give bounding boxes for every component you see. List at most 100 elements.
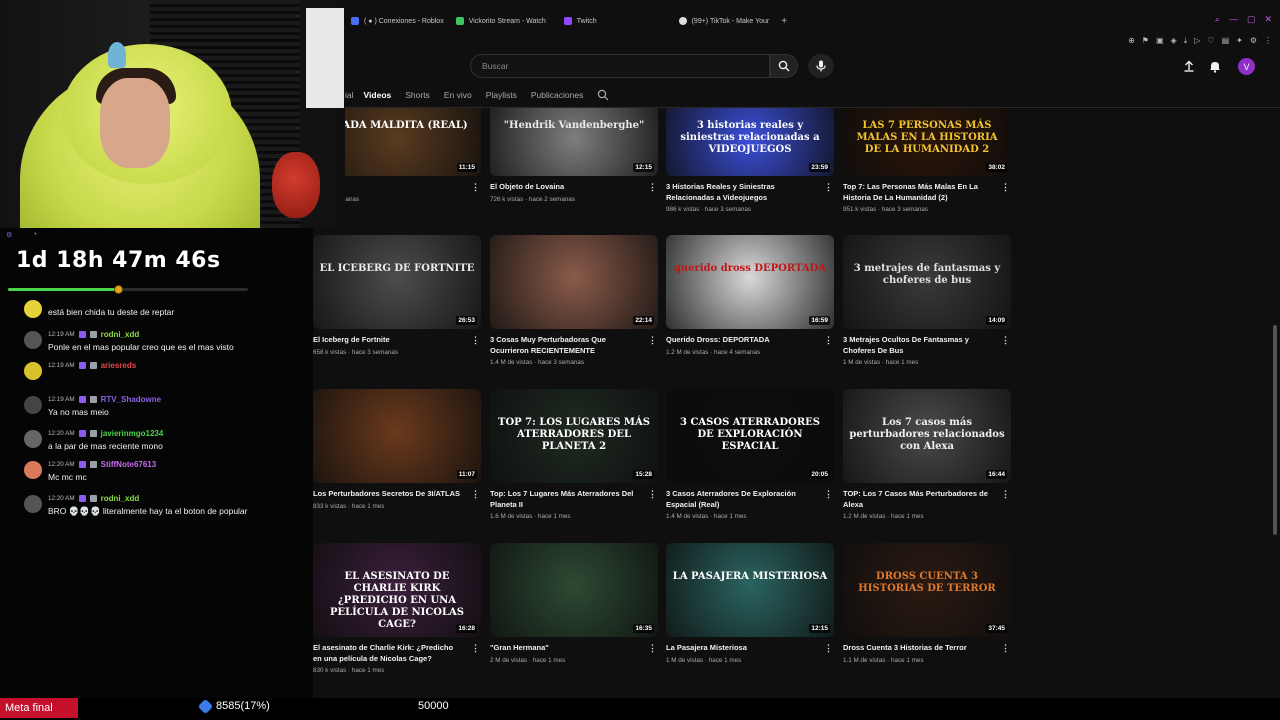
video-card[interactable]: 16:35 "Gran Hermana" 2 M de vistas · hace … [490, 543, 658, 664]
more-actions-icon[interactable]: ⋮ [1001, 182, 1010, 193]
chat-username[interactable]: javierinmgo1234 [101, 429, 164, 438]
video-card[interactable]: EL ICEBERG DE FORTNITE 26:53 El Iceberg de… [313, 235, 481, 356]
video-card[interactable]: 3 metrajes de fantasmas y choferes de bu… [843, 235, 1011, 366]
more-actions-icon[interactable]: ⋮ [824, 643, 833, 654]
more-actions-icon[interactable]: ⋮ [824, 489, 833, 500]
tab-videos[interactable]: Videos [364, 90, 392, 100]
create-button[interactable] [1180, 57, 1198, 75]
video-title[interactable]: "Gran Hermana" [490, 643, 640, 654]
video-title[interactable]: Dross Cuenta 3 Historias de Terror [843, 643, 993, 654]
more-actions-icon[interactable]: ⋮ [648, 643, 657, 654]
browser-tab[interactable]: Twitch [558, 12, 603, 30]
more-actions-icon[interactable]: ⋮ [471, 182, 480, 193]
close-icon[interactable]: ✕ [1264, 14, 1272, 25]
browser-tab[interactable]: (99+) TikTok - Make Your [673, 12, 776, 30]
account-avatar[interactable]: V [1238, 58, 1255, 75]
video-thumbnail[interactable]: "Hendrik Vandenberghe" 12:15 [490, 108, 658, 176]
tab-playlists[interactable]: Playlists [486, 90, 517, 100]
video-thumbnail[interactable]: EL ASESINATO DE CHARLIE KIRK ¿PREDICHO E… [313, 543, 481, 637]
chat-username[interactable]: ariesreds [101, 361, 137, 370]
video-card[interactable]: "Hendrik Vandenberghe" 12:15 El Objeto de … [490, 108, 658, 203]
more-actions-icon[interactable]: ⋮ [648, 489, 657, 500]
video-card[interactable]: 3 historias reales y siniestras relacion… [666, 108, 834, 213]
settings-icon[interactable]: ⚙ [1250, 36, 1257, 46]
more-actions-icon[interactable]: ⋮ [824, 335, 833, 346]
video-title[interactable]: 3 Metrajes Ocultos De Fantasmas y Chofer… [843, 335, 993, 356]
video-title[interactable]: La Pasajera Misteriosa [666, 643, 816, 654]
video-title[interactable]: El Objeto de Lovaina [490, 182, 640, 193]
video-card[interactable]: DROSS CUENTA 3 HISTORIAS DE TERROR 37:45 D… [843, 543, 1011, 664]
video-thumbnail[interactable]: DROSS CUENTA 3 HISTORIAS DE TERROR 37:45 [843, 543, 1011, 637]
video-thumbnail[interactable]: 3 historias reales y siniestras relacion… [666, 108, 834, 176]
puzzle-icon[interactable]: ✦ [1236, 36, 1243, 46]
channel-search-icon[interactable] [597, 89, 609, 101]
video-thumbnail[interactable]: 16:35 [490, 543, 658, 637]
more-icon[interactable]: ⋮ [1264, 36, 1272, 46]
browser-tab[interactable]: Vickorito Stream - Watch [450, 12, 552, 30]
new-tab-button[interactable]: + [781, 16, 787, 27]
chat-username[interactable]: rodni_xdd [101, 494, 140, 503]
video-card[interactable]: 11:07 Los Perturbadores Secretos De 3I/AT… [313, 389, 481, 510]
maximize-icon[interactable]: ▢ [1247, 14, 1256, 25]
video-card[interactable]: EL ASESINATO DE CHARLIE KIRK ¿PREDICHO E… [313, 543, 481, 674]
more-actions-icon[interactable]: ⋮ [824, 182, 833, 193]
video-card[interactable]: Los 7 casos más perturbadores relacionad… [843, 389, 1011, 520]
video-title[interactable]: 3 Casos Aterradores De Exploración Espac… [666, 489, 816, 510]
video-card[interactable]: LAS 7 PERSONAS MÁS MALAS EN LA HISTORIA … [843, 108, 1011, 213]
video-title[interactable]: TOP: Los 7 Casos Más Perturbadores de Al… [843, 489, 993, 510]
video-title[interactable]: Querido Dross: DEPORTADA [666, 335, 816, 346]
chat-username[interactable]: StiffNote67613 [101, 460, 157, 469]
video-thumbnail[interactable]: EL ICEBERG DE FORTNITE 26:53 [313, 235, 481, 329]
video-thumbnail[interactable]: querido dross DEPORTADA 16:59 [666, 235, 834, 329]
video-title[interactable]: El asesinato de Charlie Kirk: ¿Predicho … [313, 643, 463, 664]
video-title[interactable]: Top 7: Las Personas Más Malas En La Hist… [843, 182, 993, 203]
bookmark-icon[interactable]: ⚑ [1142, 36, 1149, 46]
more-actions-icon[interactable]: ⋮ [648, 182, 657, 193]
more-actions-icon[interactable]: ⋮ [1001, 335, 1010, 346]
zoom-icon[interactable]: ⊕ [1128, 36, 1135, 46]
notifications-button[interactable] [1206, 57, 1224, 75]
tab-icon[interactable]: ▣ [1156, 36, 1164, 46]
video-thumbnail[interactable]: 22:14 [490, 235, 658, 329]
minimize-icon[interactable]: — [1229, 14, 1238, 25]
video-thumbnail[interactable]: LAS 7 PERSONAS MÁS MALAS EN LA HISTORIA … [843, 108, 1011, 176]
video-title[interactable]: 3 Historias Reales y Siniestras Relacion… [666, 182, 816, 203]
video-thumbnail[interactable]: TOP 7: LOS LUGARES MÁS ATERRADORES DEL P… [490, 389, 658, 483]
video-card[interactable]: TOP 7: LOS LUGARES MÁS ATERRADORES DEL P… [490, 389, 658, 520]
heart-icon[interactable]: ♡ [1207, 36, 1214, 46]
video-card[interactable]: 3 CASOS ATERRADORES DE EXPLORACIÓN ESPAC… [666, 389, 834, 520]
video-thumbnail[interactable]: 3 CASOS ATERRADORES DE EXPLORACIÓN ESPAC… [666, 389, 834, 483]
tab-posts[interactable]: Publicaciones [531, 90, 583, 100]
scrollbar[interactable] [1273, 325, 1277, 535]
voice-search-button[interactable] [808, 54, 834, 78]
search-tabs-icon[interactable]: ⌕ [1215, 14, 1220, 25]
tab-shorts[interactable]: Shorts [405, 90, 430, 100]
download-icon[interactable]: ⤓ [1184, 36, 1188, 46]
video-card[interactable]: 22:14 3 Cosas Muy Perturbadoras Que Ocurr… [490, 235, 658, 366]
video-title[interactable]: El Iceberg de Fortnite [313, 335, 463, 346]
more-actions-icon[interactable]: ⋮ [1001, 643, 1010, 654]
wallet-icon[interactable]: ▤ [1222, 36, 1230, 46]
video-title[interactable]: 3 Cosas Muy Perturbadoras Que Ocurrieron… [490, 335, 640, 356]
tab-live[interactable]: En vivo [444, 90, 472, 100]
shield-icon[interactable]: ◈ [1171, 36, 1177, 46]
browser-tab[interactable]: ( ● ) Conexiones - Roblox [345, 12, 450, 30]
chat-username[interactable]: RTV_Shadowne [101, 395, 161, 404]
video-thumbnail[interactable]: Los 7 casos más perturbadores relacionad… [843, 389, 1011, 483]
more-actions-icon[interactable]: ⋮ [648, 335, 657, 346]
tab-home[interactable]: ial [345, 90, 354, 100]
video-title[interactable]: Los Perturbadores Secretos De 3I/ATLAS [313, 489, 463, 500]
video-card[interactable]: querido dross DEPORTADA 16:59 Querido Dros… [666, 235, 834, 356]
search-input[interactable]: Buscar [470, 54, 770, 78]
send-icon[interactable]: ▷ [1194, 36, 1200, 46]
video-card[interactable]: LA PASAJERA MISTERIOSA 12:15 La Pasajera M… [666, 543, 834, 664]
more-actions-icon[interactable]: ⋮ [471, 335, 480, 346]
more-actions-icon[interactable]: ⋮ [471, 489, 480, 500]
chat-username[interactable]: rodni_xdd [101, 330, 140, 339]
video-thumbnail[interactable]: 11:07 [313, 389, 481, 483]
search-button[interactable] [770, 54, 798, 78]
more-actions-icon[interactable]: ⋮ [471, 643, 480, 654]
more-actions-icon[interactable]: ⋮ [1001, 489, 1010, 500]
video-title[interactable]: Top: Los 7 Lugares Más Aterradores Del P… [490, 489, 640, 510]
video-thumbnail[interactable]: 3 metrajes de fantasmas y choferes de bu… [843, 235, 1011, 329]
